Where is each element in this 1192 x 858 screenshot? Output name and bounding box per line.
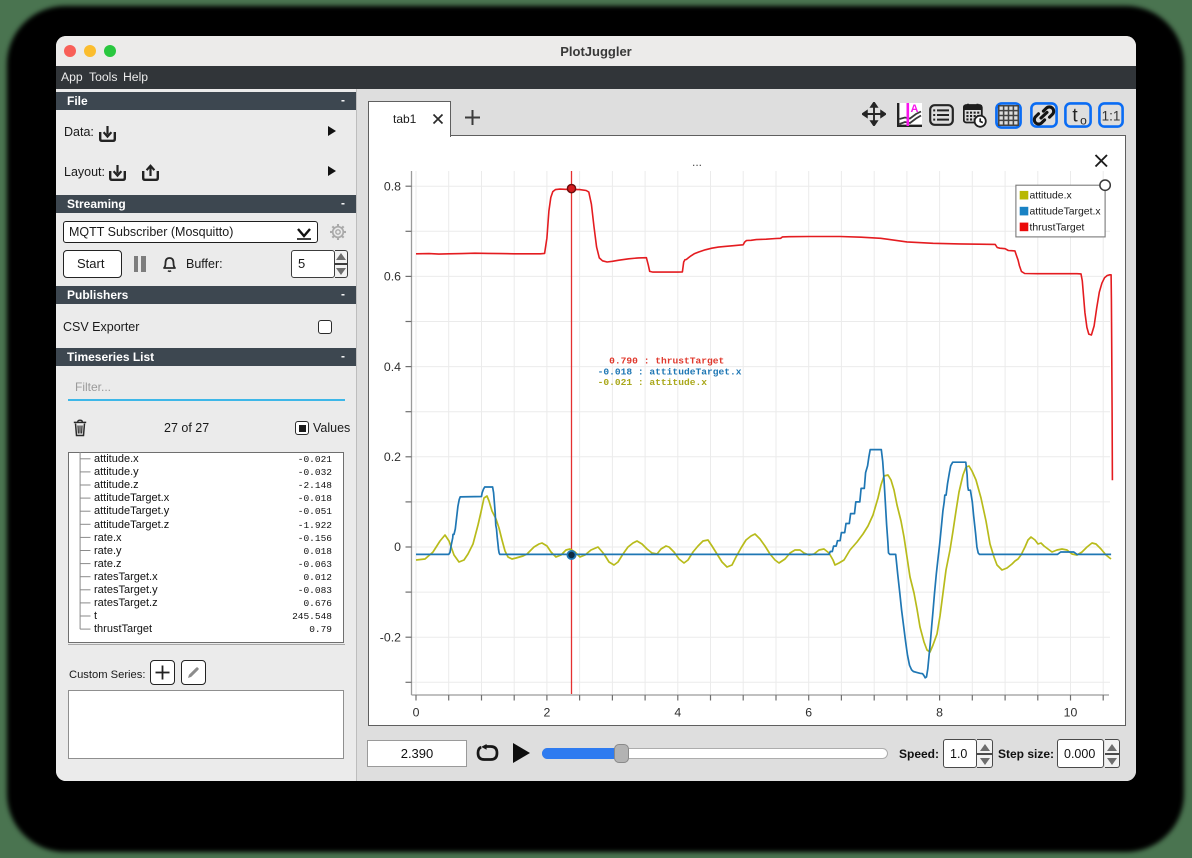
svg-text:-0.021 : attitude.x: -0.021 : attitude.x bbox=[598, 377, 708, 388]
svg-text:attitude.x: attitude.x bbox=[1030, 191, 1073, 202]
svg-text:A: A bbox=[911, 103, 919, 115]
svg-text:4: 4 bbox=[674, 706, 681, 720]
svg-text:0.8: 0.8 bbox=[384, 179, 401, 193]
svg-text:6: 6 bbox=[805, 706, 812, 720]
svg-text:...: ... bbox=[692, 155, 702, 169]
svg-text:0.2: 0.2 bbox=[384, 450, 401, 464]
svg-text:-0.018 : attitudeTarget.x: -0.018 : attitudeTarget.x bbox=[598, 366, 742, 377]
svg-text:8: 8 bbox=[936, 706, 943, 720]
svg-text:0: 0 bbox=[394, 540, 401, 554]
svg-text:1:1: 1:1 bbox=[1102, 108, 1121, 123]
svg-text:2: 2 bbox=[543, 706, 550, 720]
svg-text:t: t bbox=[1072, 105, 1078, 126]
svg-text:0.4: 0.4 bbox=[384, 360, 401, 374]
svg-text:attitudeTarget.x: attitudeTarget.x bbox=[1030, 207, 1102, 218]
svg-text:0: 0 bbox=[413, 706, 420, 720]
svg-text:thrustTarget: thrustTarget bbox=[1030, 222, 1085, 233]
svg-text:o: o bbox=[1080, 113, 1087, 127]
svg-text:-0.2: -0.2 bbox=[380, 630, 401, 644]
svg-text:10: 10 bbox=[1064, 706, 1078, 720]
svg-text:0.6: 0.6 bbox=[384, 270, 401, 284]
svg-text:0.790 : thrustTarget: 0.790 : thrustTarget bbox=[603, 356, 724, 367]
